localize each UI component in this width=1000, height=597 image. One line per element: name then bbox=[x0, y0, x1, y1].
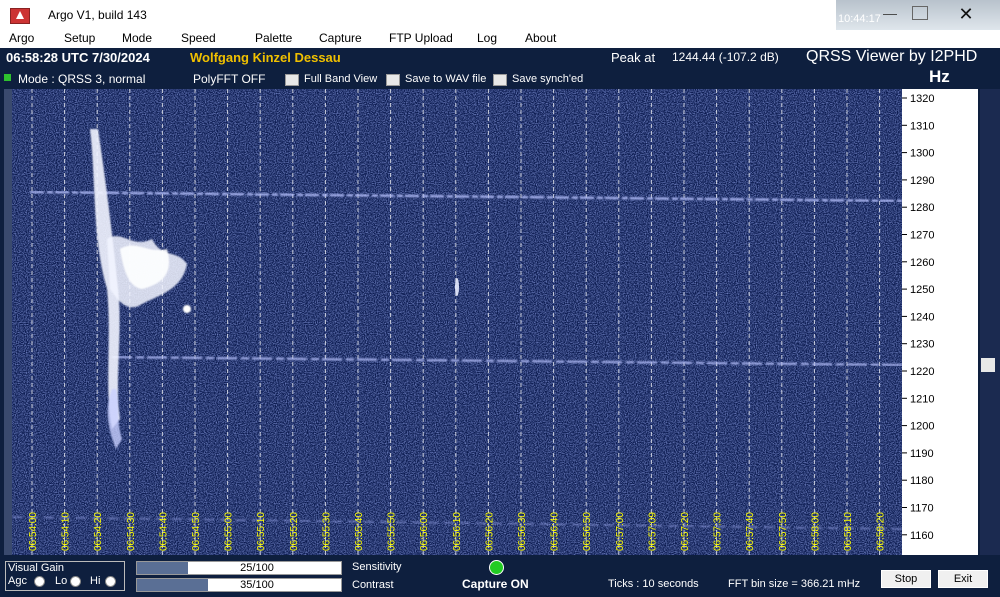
freq-tick-label: 1170 bbox=[910, 503, 934, 515]
time-tick-label: 06:54:50 bbox=[191, 512, 202, 551]
hz-unit-label: Hz bbox=[929, 67, 950, 86]
freq-tick-label: 1200 bbox=[910, 421, 934, 433]
sensitivity-bar[interactable]: 25/100 bbox=[136, 561, 342, 575]
time-tick-label: 06:55:50 bbox=[387, 512, 398, 551]
time-tick-label: 06:54:30 bbox=[126, 512, 137, 551]
freq-tick-label: 1250 bbox=[910, 284, 934, 296]
time-tick-label: 06:55:20 bbox=[289, 512, 300, 551]
time-tick-label: 06:57:09 bbox=[647, 512, 658, 551]
freq-tick-label: 1190 bbox=[910, 448, 934, 460]
freq-tick-label: 1320 bbox=[910, 93, 934, 105]
freq-tick-label: 1290 bbox=[910, 175, 934, 187]
time-tick-label: 06:54:20 bbox=[93, 512, 104, 551]
signal-spot bbox=[455, 278, 459, 296]
utc-datetime: 06:58:28 UTC 7/30/2024 bbox=[6, 50, 150, 65]
time-tick-label: 06:54:40 bbox=[158, 512, 169, 551]
menu-ftp-upload[interactable]: FTP Upload bbox=[389, 31, 453, 45]
lo-radio[interactable] bbox=[70, 576, 81, 587]
close-icon[interactable]: ✕ bbox=[956, 4, 976, 24]
hi-radio[interactable] bbox=[105, 576, 116, 587]
freq-tick-label: 1300 bbox=[910, 148, 934, 160]
menu-about[interactable]: About bbox=[525, 31, 556, 45]
freq-tick-label: 1270 bbox=[910, 230, 934, 242]
time-tick-label: 06:55:30 bbox=[321, 512, 332, 551]
window-title: Argo V1, build 143 bbox=[48, 8, 147, 22]
peak-value: 1244.44 (-107.2 dB) bbox=[672, 50, 779, 64]
time-tick-label: 06:57:40 bbox=[745, 512, 756, 551]
time-tick-label: 06:55:40 bbox=[354, 512, 365, 551]
capture-status: Capture ON bbox=[462, 577, 529, 591]
frequency-axis: 1320 1310 1300 1290 1280 1270 1260 1250 1240 1230… bbox=[902, 89, 978, 555]
capture-indicator-led bbox=[489, 560, 504, 575]
time-tick-label: 06:55:00 bbox=[224, 512, 235, 551]
frequency-slider-thumb[interactable] bbox=[981, 358, 995, 372]
full-band-view-label: Full Band View bbox=[304, 73, 378, 85]
time-tick-label: 06:56:50 bbox=[582, 512, 593, 551]
freq-tick-label: 1160 bbox=[910, 530, 934, 542]
time-tick-label: 06:56:20 bbox=[484, 512, 495, 551]
time-tick-label: 06:57:00 bbox=[615, 512, 626, 551]
maximize-icon[interactable] bbox=[912, 6, 928, 20]
freq-tick-label: 1180 bbox=[910, 475, 934, 487]
exit-button[interactable]: Exit bbox=[938, 570, 988, 588]
hi-label: Hi bbox=[90, 575, 101, 587]
stop-button[interactable]: Stop bbox=[881, 570, 931, 588]
menu-setup[interactable]: Setup bbox=[64, 31, 95, 45]
time-tick-label: 06:55:10 bbox=[256, 512, 267, 551]
minimize-icon[interactable]: — bbox=[880, 5, 900, 23]
time-tick-label: 06:57:20 bbox=[680, 512, 691, 551]
station-name: Wolfgang Kinzel Dessau bbox=[190, 50, 341, 65]
time-tick-label: 06:56:30 bbox=[517, 512, 528, 551]
sensitivity-label: Sensitivity bbox=[352, 561, 402, 573]
contrast-label: Contrast bbox=[352, 579, 394, 591]
freq-tick-label: 1210 bbox=[910, 393, 934, 405]
save-synched-checkbox[interactable] bbox=[493, 74, 507, 86]
time-tick-label: 06:57:50 bbox=[778, 512, 789, 551]
menu-argo[interactable]: Argo bbox=[9, 31, 34, 45]
menu-log[interactable]: Log bbox=[477, 31, 497, 45]
mode-label: Mode : QRSS 3, normal bbox=[18, 72, 146, 86]
spectrogram-waterfall: 06:54:00 06:54:10 06:54:20 06:54:30 06:54:40… bbox=[12, 89, 902, 555]
freq-tick-label: 1240 bbox=[910, 311, 934, 323]
visual-gain-label: Visual Gain bbox=[8, 562, 65, 574]
time-tick-label: 06:57:30 bbox=[713, 512, 724, 551]
menu-palette[interactable]: Palette bbox=[255, 31, 292, 45]
menu-speed[interactable]: Speed bbox=[181, 31, 216, 45]
time-tick-label: 06:58:00 bbox=[810, 512, 821, 551]
time-tick-label: 06:58:20 bbox=[876, 512, 887, 551]
time-tick-label: 06:54:00 bbox=[28, 512, 39, 551]
ticks-info: Ticks : 10 seconds bbox=[608, 578, 699, 590]
save-synched-label: Save synch'ed bbox=[512, 73, 584, 85]
left-scrollbar[interactable] bbox=[4, 89, 12, 555]
save-wav-label: Save to WAV file bbox=[405, 73, 487, 85]
time-tick-label: 06:58:10 bbox=[843, 512, 854, 551]
agc-radio[interactable] bbox=[34, 576, 45, 587]
peak-label: Peak at bbox=[611, 50, 656, 65]
time-tick-label: 06:56:00 bbox=[419, 512, 430, 551]
menu-mode[interactable]: Mode bbox=[122, 31, 152, 45]
lo-label: Lo bbox=[55, 575, 68, 587]
app-icon bbox=[10, 8, 30, 24]
time-tick-label: 06:54:10 bbox=[61, 512, 72, 551]
time-tick-label: 06:56:40 bbox=[550, 512, 561, 551]
agc-label: Agc bbox=[8, 575, 27, 587]
full-band-view-checkbox[interactable] bbox=[285, 74, 299, 86]
frequency-slider-track[interactable] bbox=[980, 89, 1000, 555]
freq-tick-label: 1310 bbox=[910, 120, 934, 132]
contrast-bar[interactable]: 35/100 bbox=[136, 578, 342, 592]
desktop-clock: 10:44:17 bbox=[838, 13, 881, 25]
freq-tick-label: 1220 bbox=[910, 366, 934, 378]
time-tick-label: 06:56:10 bbox=[452, 512, 463, 551]
freq-tick-label: 1260 bbox=[910, 257, 934, 269]
polyfft-label: PolyFFT OFF bbox=[193, 72, 266, 86]
viewer-title: QRSS Viewer by I2PHD bbox=[806, 48, 978, 65]
sensitivity-value: 25/100 bbox=[240, 562, 274, 574]
menu-capture[interactable]: Capture bbox=[319, 31, 362, 45]
status-led bbox=[4, 74, 11, 81]
save-wav-checkbox[interactable] bbox=[386, 74, 400, 86]
freq-tick-label: 1230 bbox=[910, 339, 934, 351]
contrast-value: 35/100 bbox=[240, 579, 274, 591]
freq-tick-label: 1280 bbox=[910, 202, 934, 214]
fft-bin-info: FFT bin size = 366.21 mHz bbox=[728, 578, 861, 590]
